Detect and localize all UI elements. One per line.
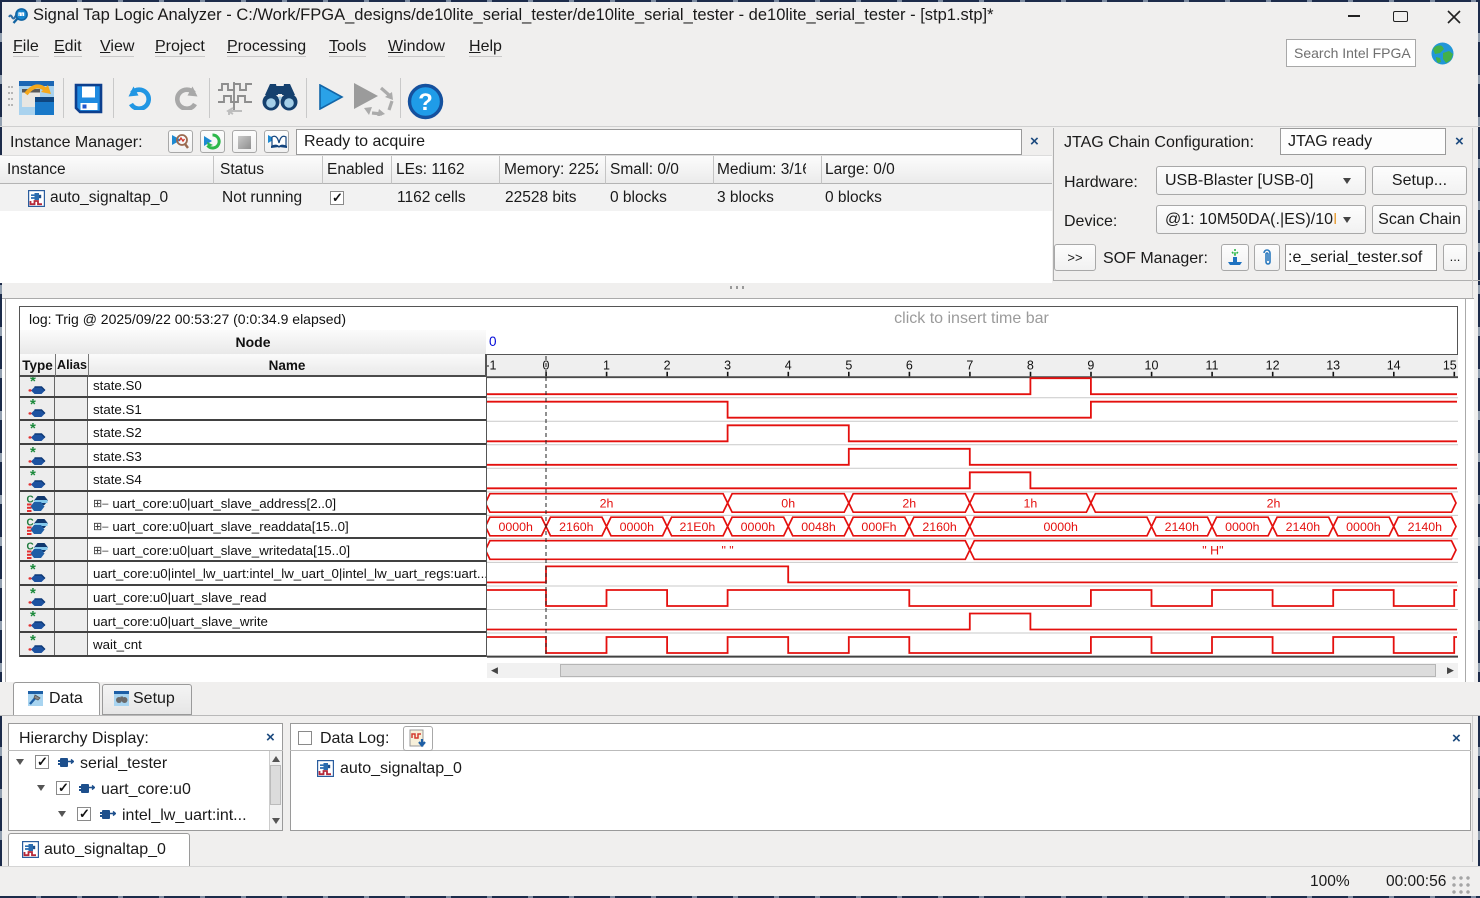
svg-text:" H": " H": [1202, 543, 1223, 557]
svg-text:14: 14: [1387, 359, 1401, 373]
svg-text:12: 12: [1266, 359, 1280, 373]
svg-text:2140h: 2140h: [1408, 520, 1443, 534]
svg-text:*: *: [30, 563, 36, 578]
svg-text:*: *: [30, 446, 36, 461]
svg-text:*: *: [30, 398, 36, 413]
svg-text:2h: 2h: [902, 496, 916, 510]
svg-text:*: *: [30, 422, 36, 437]
svg-text:" ": " ": [721, 543, 733, 557]
svg-text:10: 10: [1145, 359, 1159, 373]
svg-text:0000h: 0000h: [741, 520, 776, 534]
svg-text:1h: 1h: [1024, 496, 1038, 510]
svg-text:0000h: 0000h: [620, 520, 655, 534]
svg-text:?: ?: [418, 89, 433, 116]
svg-text:0000h: 0000h: [1225, 520, 1260, 534]
svg-text:-1: -1: [487, 359, 497, 373]
svg-text:9: 9: [1087, 359, 1094, 373]
svg-text:2160h: 2160h: [922, 520, 957, 534]
svg-text:2h: 2h: [600, 496, 614, 510]
svg-text:6: 6: [906, 359, 913, 373]
svg-text:*: *: [30, 587, 36, 602]
svg-text:1: 1: [603, 359, 610, 373]
svg-text:0000h: 0000h: [1043, 520, 1078, 534]
svg-text:2140h: 2140h: [1165, 520, 1200, 534]
svg-text:2h: 2h: [1267, 496, 1281, 510]
svg-text:0000h: 0000h: [1346, 520, 1381, 534]
svg-text:15: 15: [1443, 359, 1457, 373]
svg-text:*: *: [30, 610, 36, 625]
svg-text:0048h: 0048h: [801, 520, 836, 534]
svg-text:3: 3: [724, 359, 731, 373]
svg-text:5: 5: [845, 359, 852, 373]
svg-text:21E0h: 21E0h: [679, 520, 715, 534]
svg-text:7: 7: [966, 359, 973, 373]
svg-text:*: *: [30, 634, 36, 649]
svg-text:11: 11: [1206, 359, 1219, 373]
svg-text:000Fh: 000Fh: [861, 520, 896, 534]
svg-text:2: 2: [664, 359, 671, 373]
svg-text:4: 4: [785, 359, 792, 373]
svg-text:2140h: 2140h: [1286, 520, 1321, 534]
svg-text:8: 8: [1027, 359, 1034, 373]
svg-text:*: *: [30, 469, 36, 484]
svg-text:0h: 0h: [781, 496, 795, 510]
svg-text:0000h: 0000h: [498, 520, 533, 534]
svg-text:2160h: 2160h: [559, 520, 594, 534]
svg-text:13: 13: [1326, 359, 1340, 373]
